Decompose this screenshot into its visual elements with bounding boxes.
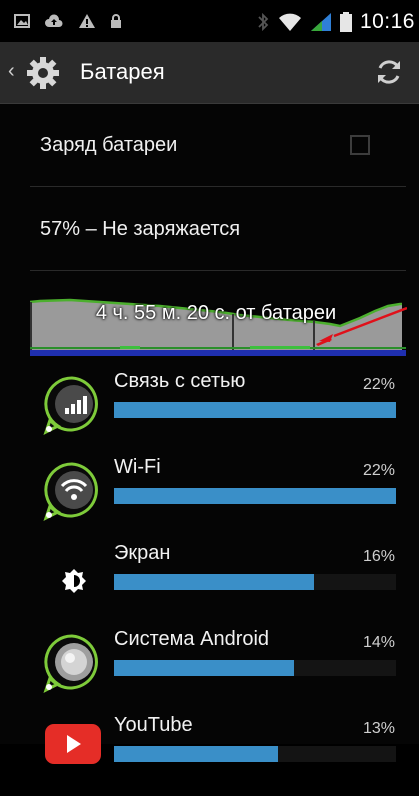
youtube-icon <box>45 724 101 764</box>
app-name: Система Android <box>114 628 270 650</box>
back-chevron-icon[interactable]: ‹ <box>8 60 15 83</box>
usage-bar-track <box>114 660 396 676</box>
list-item-android-system[interactable]: Система Android 14% <box>0 624 419 710</box>
app-percent: 16% <box>362 548 395 565</box>
battery-history-graph[interactable]: 4 ч. 55 м. 20 с. от батареи <box>30 294 407 356</box>
app-name: YouTube <box>114 714 193 736</box>
notification-icons <box>14 13 122 29</box>
usage-bar-fill <box>114 746 278 762</box>
app-percent: 14% <box>362 634 395 651</box>
action-bar: ‹ Батарея <box>0 42 419 104</box>
list-item-screen[interactable]: Экран 16% <box>0 538 419 624</box>
usage-bar-track <box>114 488 396 504</box>
android-system-app-icon <box>43 634 98 693</box>
bluetooth-icon <box>258 12 269 32</box>
usage-bar-track <box>114 574 396 590</box>
divider <box>30 186 406 187</box>
status-clock: 10:16 <box>359 10 415 33</box>
app-name: Экран <box>114 542 171 564</box>
status-bar: 10:16 <box>0 0 419 42</box>
lock-icon <box>111 14 121 28</box>
usage-bar-track <box>114 746 396 762</box>
battery-screen: Заряд батареи 57% – Не заряжается 4 ч. 5… <box>0 104 419 764</box>
settings-gear-icon[interactable] <box>25 55 71 91</box>
battery-charge-checkbox[interactable] <box>350 135 370 155</box>
list-item-youtube[interactable]: YouTube 13% <box>0 710 419 796</box>
app-name: Связь с сетью <box>114 370 246 392</box>
divider <box>30 270 406 271</box>
app-name: Wi-Fi <box>114 456 161 478</box>
usage-bar-fill <box>114 660 295 676</box>
brightness-icon <box>62 569 86 593</box>
page-title: Батарея <box>80 59 165 84</box>
battery-icon <box>339 12 352 32</box>
app-percent: 22% <box>362 462 395 479</box>
battery-charge-label: Заряд батареи <box>40 134 178 156</box>
wifi-signal-icon <box>278 13 301 31</box>
wifi-app-icon <box>43 462 98 521</box>
cell-signal-app-icon <box>43 376 98 435</box>
cellular-signal-icon <box>310 13 331 31</box>
refresh-icon[interactable] <box>372 55 406 89</box>
app-percent: 13% <box>362 720 395 737</box>
warning-icon <box>79 14 95 28</box>
app-percent: 22% <box>362 376 395 393</box>
gallery-notification-icon <box>14 14 30 28</box>
system-icons: 10:16 <box>256 10 415 34</box>
usage-bar-fill <box>114 402 396 418</box>
list-item-wifi[interactable]: Wi-Fi 22% <box>0 452 419 538</box>
battery-status-text: 57% – Не заряжается <box>40 218 241 240</box>
usage-bar-fill <box>114 488 396 504</box>
cloud-upload-icon <box>45 14 63 27</box>
usage-bar-fill <box>114 574 315 590</box>
list-item-network[interactable]: Связь с сетью 22% <box>0 366 419 452</box>
usage-bar-track <box>114 402 396 418</box>
battery-time-label: 4 ч. 55 м. 20 с. от батареи <box>95 302 337 324</box>
